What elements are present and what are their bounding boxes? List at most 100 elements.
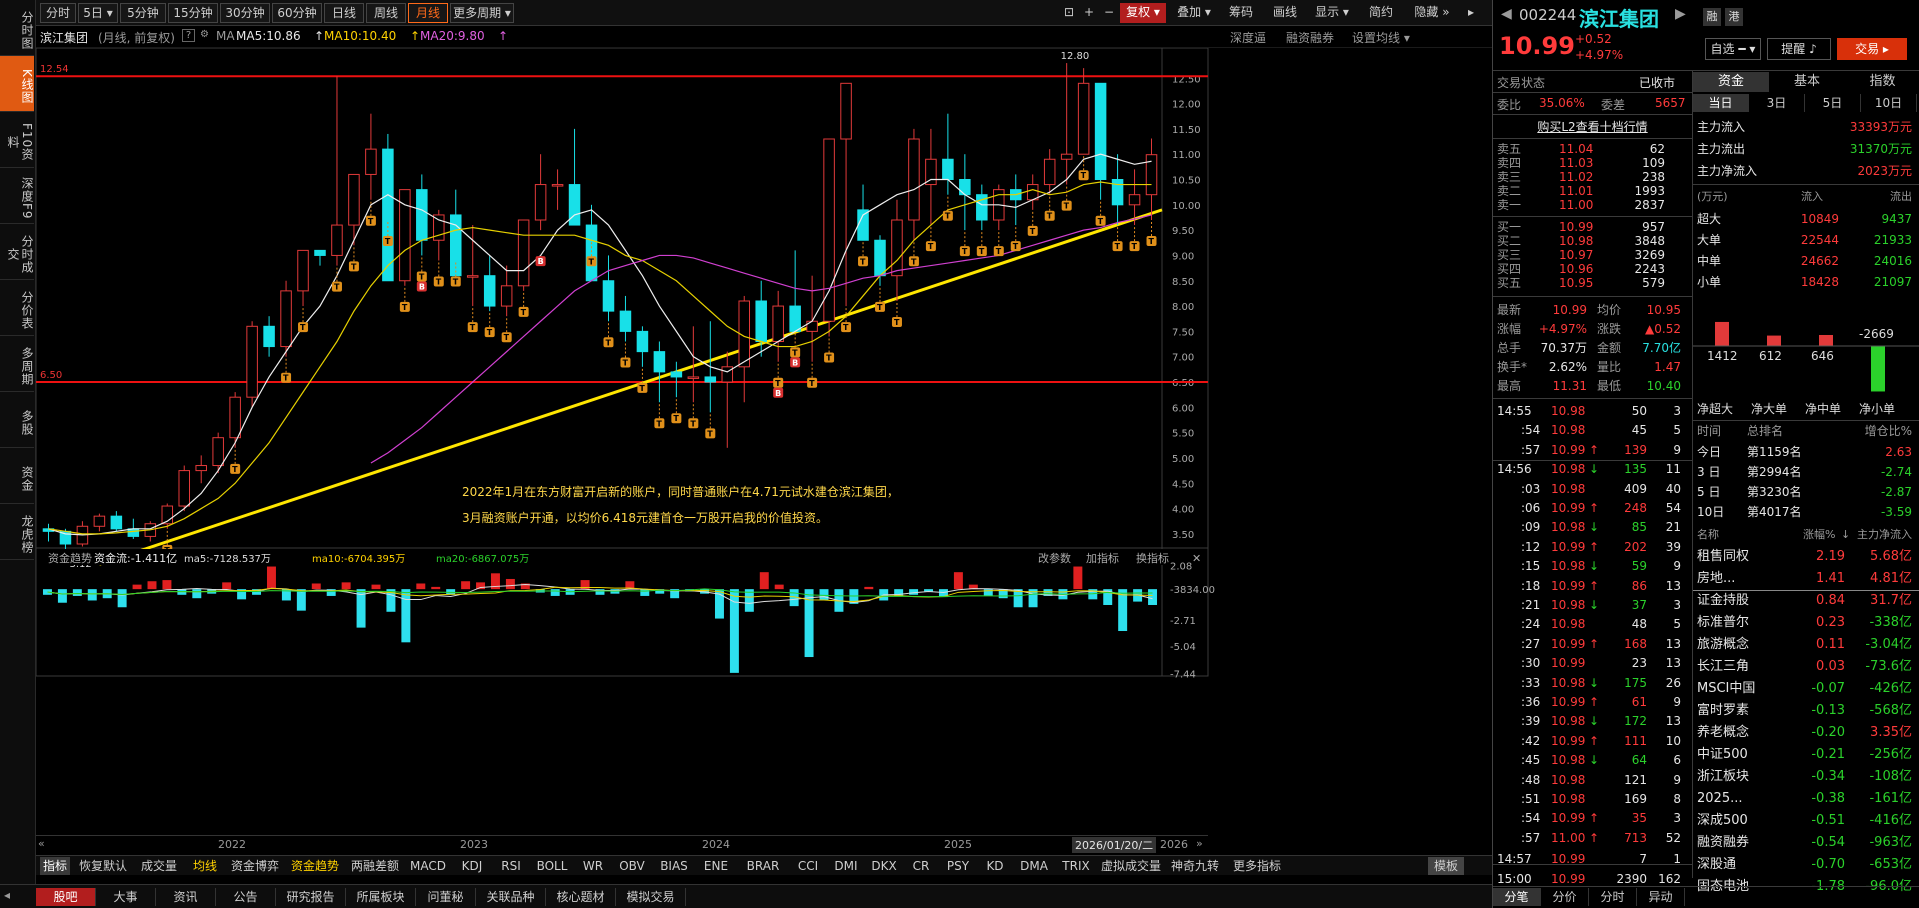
indicator-tab[interactable]: WR <box>578 857 608 875</box>
watchlist-button[interactable]: 自选 ━ ▾ <box>1705 38 1761 60</box>
fuquan-button[interactable]: 复权 ▾ <box>1120 3 1166 23</box>
link-depth[interactable]: 深度逼 <box>1230 29 1266 46</box>
nav-kline[interactable]: K线图 <box>0 56 34 112</box>
bottom-tab[interactable]: 资讯 <box>156 888 216 906</box>
right-bottom-tab[interactable]: 异动 <box>1637 888 1685 906</box>
next-stock-icon[interactable]: ▶ <box>1675 6 1686 22</box>
indicator-tab[interactable]: TRIX <box>1058 857 1094 875</box>
chips-button[interactable]: 筹码 <box>1224 3 1258 23</box>
nav-multi-period[interactable]: 多周期 <box>0 336 34 392</box>
draw-button[interactable]: 画线 <box>1268 3 1302 23</box>
nav-funds[interactable]: 资金 <box>0 448 34 504</box>
indicator-tab[interactable]: 均线 <box>188 857 222 875</box>
sector-row[interactable]: 浙江板块 -0.34 -108亿 <box>1693 766 1919 788</box>
period-5day[interactable]: 5日 ▾ <box>78 3 118 23</box>
expand-right-icon[interactable]: ▸ <box>1462 3 1480 23</box>
sector-row[interactable]: 养老概念 -0.20 3.35亿 <box>1693 722 1919 744</box>
bottom-tab[interactable]: 关联品种 <box>476 888 546 906</box>
period-weekly[interactable]: 周线 <box>366 3 406 23</box>
bottom-tab[interactable]: 问董秘 <box>416 888 476 906</box>
period-30min[interactable]: 30分钟 <box>220 3 270 23</box>
bottom-tab[interactable]: 大事 <box>96 888 156 906</box>
flow-swap-indicator[interactable]: 换指标 <box>1136 551 1169 565</box>
indicator-tab[interactable]: 虚拟成交量 <box>1100 857 1162 875</box>
indicator-tab[interactable]: 神奇九转 <box>1168 857 1222 875</box>
indicator-tab[interactable]: CR <box>906 857 936 875</box>
link-margin[interactable]: 融资融券 <box>1286 29 1334 46</box>
sector-row[interactable]: 证金持股 0.84 31.7亿 <box>1693 590 1919 612</box>
trade-button[interactable]: 交易 ▸ <box>1837 38 1907 60</box>
sector-row[interactable]: 租售同权 2.19 5.68亿 <box>1693 546 1919 568</box>
bottom-tab[interactable]: 所属板块 <box>346 888 416 906</box>
hide-button[interactable]: 隐藏 » <box>1408 3 1456 23</box>
indicator-tab[interactable]: 模板 <box>1428 857 1464 875</box>
l2-link[interactable]: 购买L2查看十档行情 <box>1493 118 1692 135</box>
indicator-tab[interactable]: 资金趋势 <box>288 857 342 875</box>
sector-row[interactable]: 长江三角 0.03 -73.6亿 <box>1693 656 1919 678</box>
indicator-tab[interactable]: RSI <box>496 857 526 875</box>
period-monthly[interactable]: 月线 <box>408 3 448 23</box>
sector-row[interactable]: 固态电池 -1.78 -96.0亿 <box>1693 876 1919 898</box>
settings-icon[interactable]: ⚙ <box>200 29 209 40</box>
prev-stock-icon[interactable]: ◀ <box>1501 6 1512 22</box>
annotation-text-1[interactable]: 2022年1月在东方财富开启新的账户，同时普通账户在4.71元试水建仓滨江集团， <box>462 484 899 499</box>
indicator-tab[interactable]: BIAS <box>656 857 692 875</box>
nav-multi-stock[interactable]: 多股 <box>0 392 34 448</box>
sector-row[interactable]: 房地... 1.41 4.81亿 <box>1693 568 1919 590</box>
indicator-tab[interactable]: BOLL <box>532 857 572 875</box>
indicator-tab[interactable]: 恢复默认 <box>76 857 130 875</box>
right-bottom-tab[interactable]: 分笔 <box>1493 888 1541 906</box>
indicator-tab[interactable]: DKX <box>868 857 900 875</box>
bottom-tab[interactable]: 公告 <box>216 888 276 906</box>
period-more[interactable]: 更多周期 ▾ <box>450 3 514 23</box>
display-button[interactable]: 显示 ▾ <box>1310 3 1354 23</box>
flow-change-params[interactable]: 改参数 <box>1038 551 1071 565</box>
sector-row[interactable]: 2025... -0.38 -161亿 <box>1693 788 1919 810</box>
indicator-tab[interactable]: KDJ <box>454 857 490 875</box>
close-icon[interactable]: ✕ <box>1192 552 1201 565</box>
kline-chart[interactable]: 12.50 12.00 11.50 11.00 10.50 10.00 9.50 9.00 8.… <box>35 47 1492 680</box>
nav-price-table[interactable]: 分价表 <box>0 280 34 336</box>
indicator-tab[interactable]: PSY <box>942 857 974 875</box>
period-5min[interactable]: 5分钟 <box>120 3 166 23</box>
bottom-tab[interactable]: 研究报告 <box>276 888 346 906</box>
indicator-tab[interactable]: 更多指标 <box>1228 857 1286 875</box>
alert-button[interactable]: 提醒 ♪ <box>1767 38 1831 60</box>
overlay-button[interactable]: 叠加 ▾ <box>1172 3 1216 23</box>
help-icon[interactable]: ? <box>182 29 195 42</box>
simple-button[interactable]: 简约 <box>1364 3 1398 23</box>
indicator-tab[interactable]: 两融差额 <box>348 857 402 875</box>
bottom-tab[interactable]: 模拟交易 <box>616 888 686 906</box>
nav-timeshare[interactable]: 分时图 <box>0 0 34 56</box>
annotation-text-2[interactable]: 3月融资账户开通，以均价6.418元建首仓一万股开启我的价值投资。 <box>462 510 828 525</box>
period-15min[interactable]: 15分钟 <box>168 3 218 23</box>
sector-row[interactable]: 富时罗素 -0.13 -568亿 <box>1693 700 1919 722</box>
sector-row[interactable]: 深股通 -0.70 -653亿 <box>1693 854 1919 876</box>
flow-tab[interactable]: 基本 <box>1769 72 1845 92</box>
indicator-tab[interactable]: 资金博弈 <box>228 857 282 875</box>
right-bottom-tab[interactable]: 分价 <box>1541 888 1589 906</box>
sector-row[interactable]: 融资融券 -0.54 -963亿 <box>1693 832 1919 854</box>
sector-row[interactable]: 旅游概念 0.11 -3.04亿 <box>1693 634 1919 656</box>
nav-f10[interactable]: F10资料 <box>0 112 34 168</box>
sector-row[interactable]: MSCI中国 -0.07 -426亿 <box>1693 678 1919 700</box>
flow-period-tab[interactable]: 当日 <box>1693 94 1749 112</box>
indicator-tab[interactable]: DMI <box>830 857 862 875</box>
indicator-tab[interactable]: 指标 <box>40 857 70 875</box>
zoom-out-icon[interactable]: − <box>1100 3 1118 23</box>
sector-row[interactable]: 标准普尔 0.23 -338亿 <box>1693 612 1919 634</box>
lock-icon[interactable]: ⊡ <box>1060 3 1078 23</box>
indicator-tab[interactable]: ENE <box>698 857 734 875</box>
flow-period-tab[interactable]: 5日 <box>1805 94 1861 112</box>
bottom-tab[interactable]: 核心题材 <box>546 888 616 906</box>
nav-depth[interactable]: 深度F9 <box>0 168 34 224</box>
indicator-tab[interactable]: OBV <box>614 857 650 875</box>
nav-trades[interactable]: 分时成交 <box>0 224 34 280</box>
nav-dragon-tiger[interactable]: 龙虎榜 <box>0 504 34 560</box>
indicator-tab[interactable]: CCI <box>792 857 824 875</box>
indicator-tab[interactable]: BRAR <box>740 857 786 875</box>
bottom-tab[interactable]: 股吧 <box>36 888 96 906</box>
period-daily[interactable]: 日线 <box>324 3 364 23</box>
flow-period-tab[interactable]: 10日 <box>1861 94 1917 112</box>
sector-row[interactable]: 深成500 -0.51 -416亿 <box>1693 810 1919 832</box>
